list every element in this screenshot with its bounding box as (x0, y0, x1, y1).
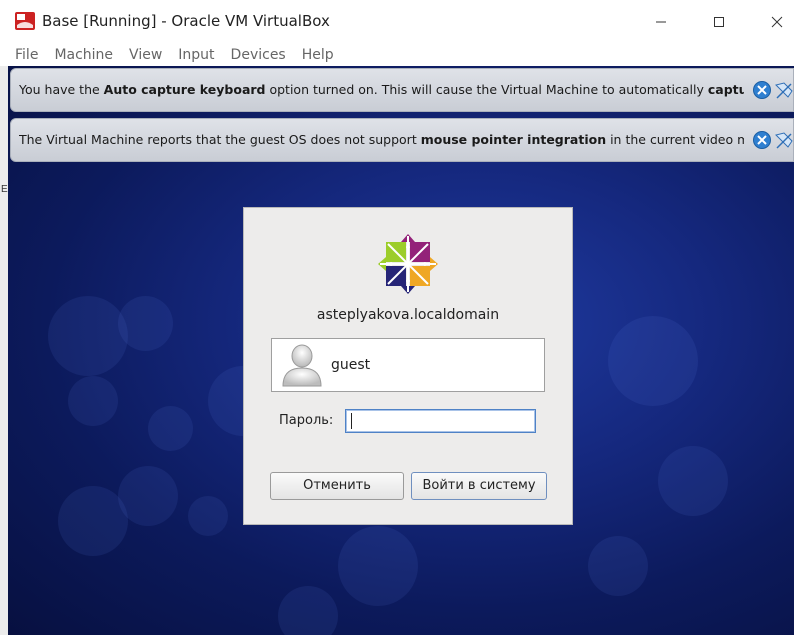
user-list-item[interactable]: guest (271, 338, 545, 392)
notification-mute-icon[interactable] (774, 131, 794, 151)
notification-bold-text: capture (707, 82, 744, 97)
centos-logo-icon (377, 233, 439, 295)
background-bubble (278, 586, 338, 635)
maximize-icon (714, 17, 724, 27)
edge-char: E (1, 184, 8, 195)
login-dialog: asteplyakova.localdomain guest Пароль: О… (243, 207, 573, 525)
background-bubble (48, 296, 128, 376)
background-bubble (338, 526, 418, 606)
user-avatar-icon (280, 342, 324, 388)
notification-close-button[interactable] (753, 81, 771, 99)
menu-machine[interactable]: Machine (46, 44, 121, 66)
background-bubble (68, 376, 118, 426)
cancel-button[interactable]: Отменить (270, 472, 404, 500)
notification-text-segment: option turned on. This will cause the Vi… (265, 82, 708, 97)
background-bubble (588, 536, 648, 596)
notification-close-button[interactable] (753, 131, 771, 149)
menu-help[interactable]: Help (294, 44, 342, 66)
notification-bold-text: Auto capture keyboard (103, 82, 266, 97)
background-bubble (118, 296, 173, 351)
menu-file[interactable]: File (0, 44, 46, 66)
notification-text-segment: in the current video mode. You (610, 132, 744, 147)
background-bubble (58, 486, 128, 556)
user-name: guest (331, 357, 371, 373)
text-caret (351, 413, 352, 429)
close-icon (771, 16, 783, 28)
virtualbox-icon[interactable] (14, 11, 36, 31)
close-icon (757, 85, 767, 95)
background-bubble (658, 446, 728, 516)
menu-input[interactable]: Input (170, 44, 222, 66)
login-button[interactable]: Войти в систему (411, 472, 547, 500)
close-icon (757, 135, 767, 145)
notification-auto-capture: You have the Auto capture keyboard optio… (10, 68, 794, 112)
notification-text: You have the Auto capture keyboard optio… (19, 82, 744, 97)
menu-devices[interactable]: Devices (223, 44, 294, 66)
hostname-label: asteplyakova.localdomain (316, 307, 500, 323)
title-bar: Base [Running] - Oracle VM VirtualBox (0, 0, 794, 44)
maximize-button[interactable] (696, 8, 742, 36)
notification-text-segment: The Virtual Machine reports that the gue… (19, 132, 421, 147)
background-bubble (188, 496, 228, 536)
password-input[interactable] (345, 409, 536, 433)
notification-mouse-integration: The Virtual Machine reports that the gue… (10, 118, 794, 162)
notification-bold-text: mouse pointer integration (420, 132, 607, 147)
notification-text: The Virtual Machine reports that the gue… (19, 132, 744, 147)
notification-mute-icon[interactable] (774, 81, 794, 101)
window-title: Base [Running] - Oracle VM VirtualBox (42, 12, 330, 30)
close-button[interactable] (754, 8, 794, 36)
background-bubble (608, 316, 698, 406)
minimize-button[interactable] (638, 8, 684, 36)
minimize-icon (656, 21, 666, 23)
menu-bar: File Machine View Input Devices Help (0, 44, 794, 66)
notification-text-segment: You have the (19, 82, 104, 97)
password-label: Пароль: (279, 413, 334, 428)
menu-view[interactable]: View (121, 44, 170, 66)
background-bubble (148, 406, 193, 451)
